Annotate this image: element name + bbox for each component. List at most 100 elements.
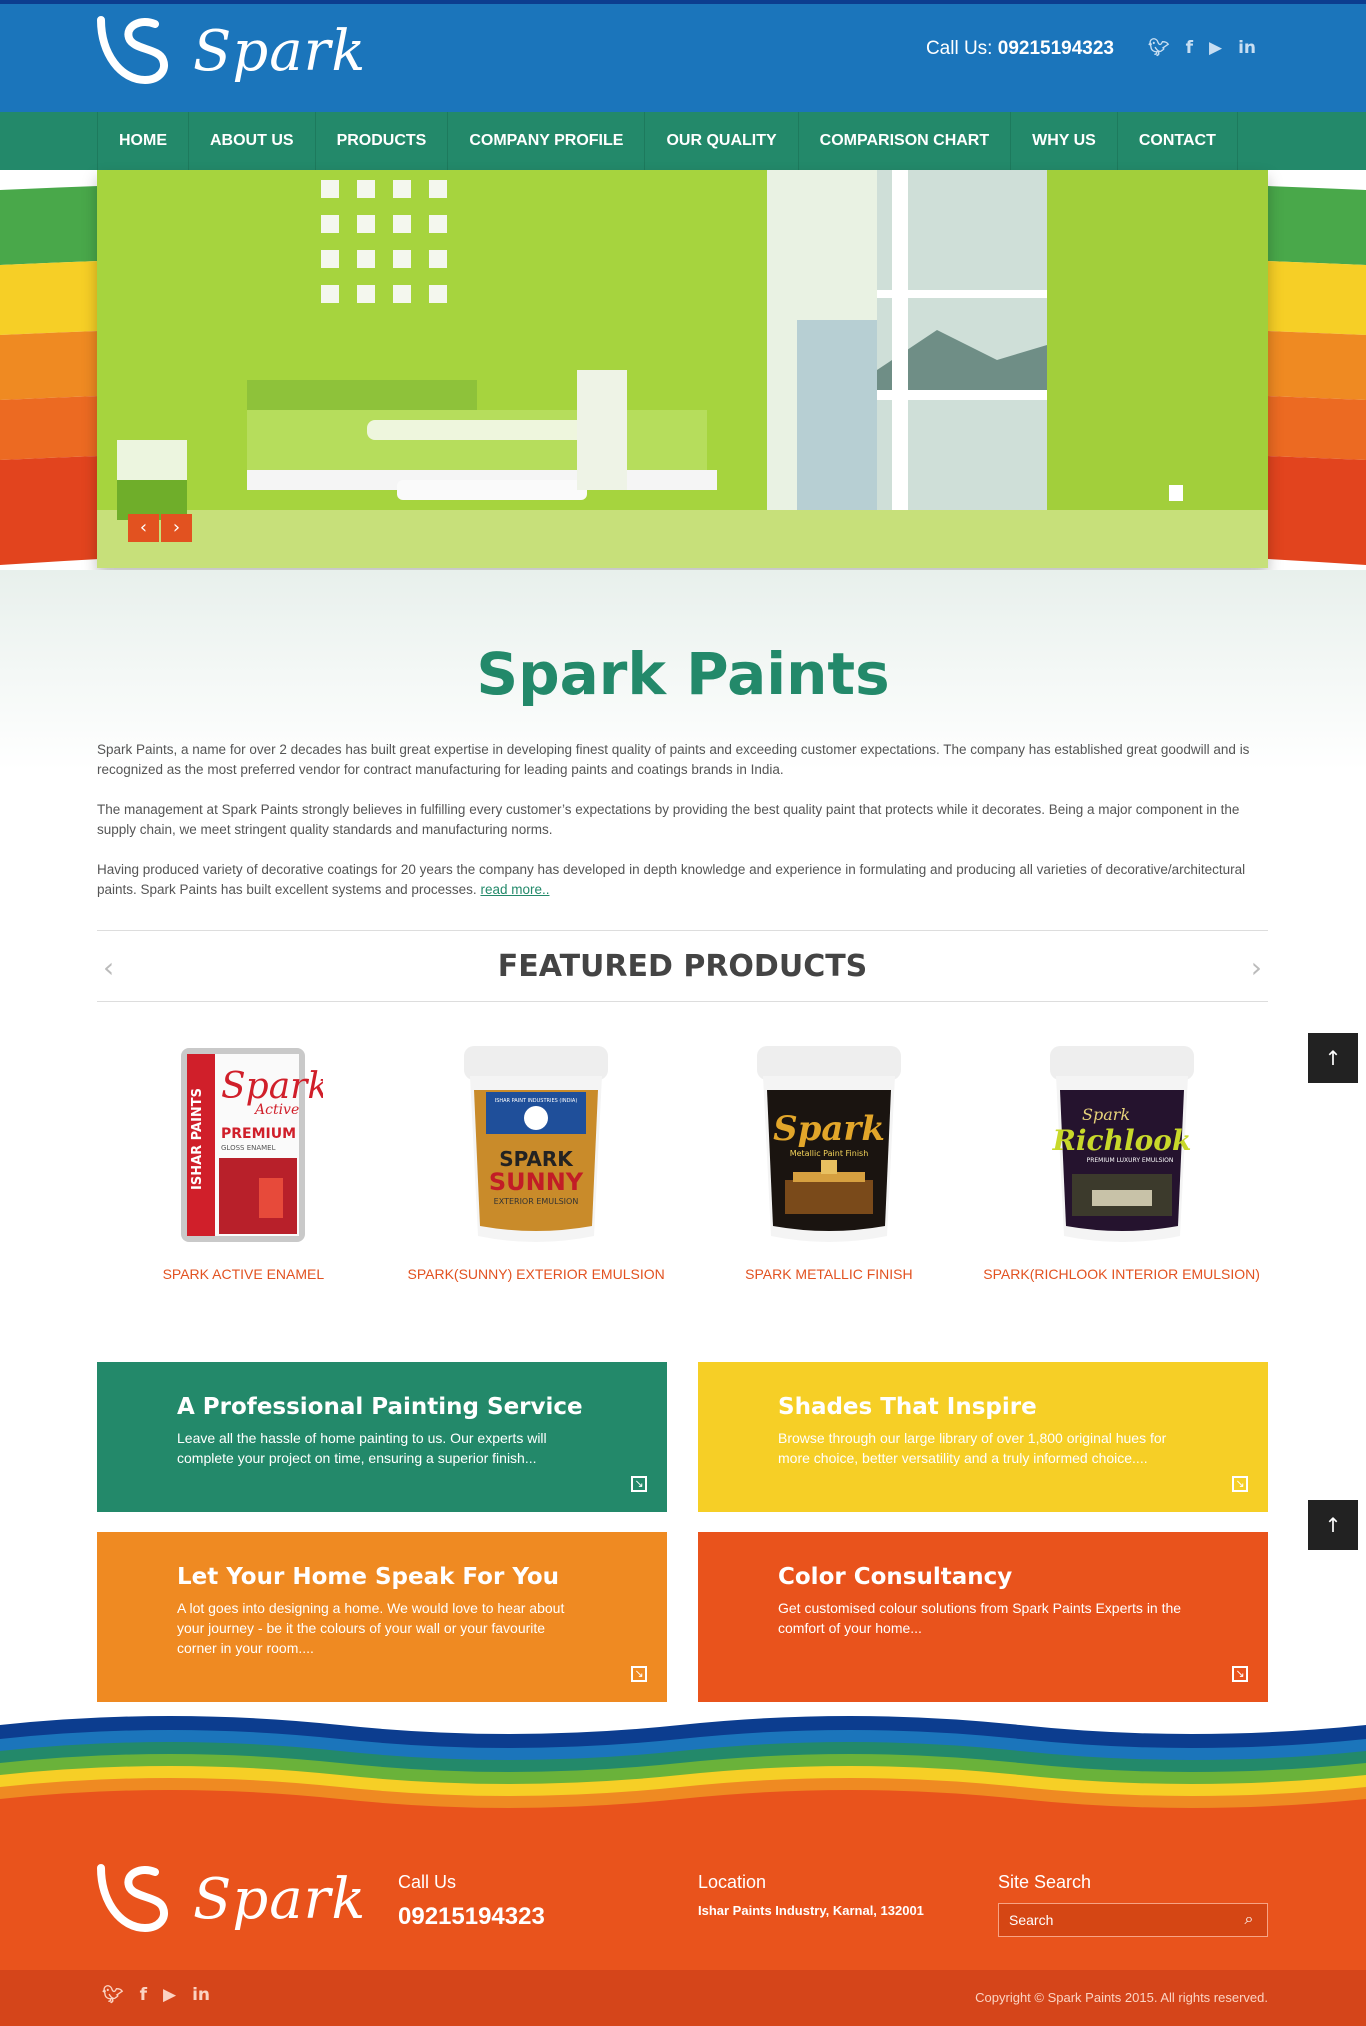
service-box-consultancy[interactable]: Color Consultancy Get customised colour …: [698, 1532, 1268, 1702]
service-box-painting[interactable]: A Professional Painting Service Leave al…: [97, 1362, 667, 1512]
facebook-icon[interactable]: f: [140, 1985, 147, 2005]
expand-arrow-icon[interactable]: ↘: [1232, 1666, 1248, 1682]
product-image[interactable]: ISHAR PAINT INDUSTRIES (INDIA) SPARK SUN…: [456, 1040, 616, 1250]
product-line2: ISHAR PAINT INDUSTRIES (INDIA): [495, 1098, 578, 1104]
nav-products[interactable]: PRODUCTS: [316, 112, 449, 170]
header-social-links: 🐦︎ f ▶ in: [1148, 38, 1256, 58]
product-brand: Spark: [1082, 1105, 1130, 1124]
footer-search-heading: Site Search: [998, 1872, 1092, 1892]
rainbow-wave: [0, 1715, 1366, 1815]
spark-logo-mark-icon: [97, 1864, 168, 1933]
intro-paragraph: The management at Spark Paints strongly …: [97, 802, 1240, 837]
product-sub: SUNNY: [489, 1168, 584, 1196]
product-line1: PREMIUM LUXURY EMULSION: [1086, 1157, 1173, 1164]
slider-controls: ‹ ›: [128, 514, 192, 542]
product-image[interactable]: ISHAR PAINTS Spark Active PREMIUM GLOSS …: [163, 1040, 330, 1250]
box-title: Let Your Home Speak For You: [177, 1564, 560, 1590]
back-to-top-button[interactable]: ↑: [1308, 1033, 1358, 1083]
featured-title: FEATURED PRODUCTS: [497, 949, 868, 984]
header-phone[interactable]: 09215194323: [998, 38, 1114, 59]
intro-paragraph: Spark Paints, a name for over 2 decades …: [97, 742, 1250, 777]
main-nav: HOME ABOUT US PRODUCTS COMPANY PROFILE O…: [97, 112, 1238, 170]
hero-bedroom-image: [97, 170, 1268, 568]
box-text: Browse through our large library of over…: [778, 1430, 1167, 1466]
copyright: Copyright © Spark Paints 2015. All right…: [975, 1990, 1268, 2005]
intro-text: Spark Paints, a name for over 2 decades …: [97, 740, 1268, 920]
facebook-icon[interactable]: f: [1186, 38, 1193, 58]
nav-why-us[interactable]: WHY US: [1011, 112, 1118, 170]
featured-header: ‹ FEATURED PRODUCTS ›: [97, 930, 1268, 1002]
footer-call: Call Us 09215194323: [398, 1872, 545, 1931]
intro-paragraph: Having produced variety of decorative co…: [97, 860, 1268, 900]
box-title: A Professional Painting Service: [177, 1394, 583, 1420]
product-image[interactable]: Spark Metallic Paint Finish: [749, 1040, 909, 1250]
product-card[interactable]: ISHAR PAINTS Spark Active PREMIUM GLOSS …: [97, 1040, 390, 1282]
search-icon[interactable]: ⌕: [1231, 1904, 1267, 1936]
box-text: A lot goes into designing a home. We wou…: [177, 1600, 565, 1656]
linkedin-icon[interactable]: in: [1238, 38, 1256, 58]
footer-location: Location Ishar Paints Industry, Karnal, …: [698, 1872, 924, 1918]
product-line2: GLOSS ENAMEL: [221, 1144, 276, 1152]
product-sub: Metallic Paint Finish: [790, 1149, 869, 1158]
box-title: Shades That Inspire: [778, 1394, 1037, 1420]
nav-about-us[interactable]: ABOUT US: [189, 112, 316, 170]
product-name[interactable]: SPARK(RICHLOOK INTERIOR EMULSION): [975, 1266, 1268, 1282]
nav-our-quality[interactable]: OUR QUALITY: [645, 112, 799, 170]
product-card[interactable]: Spark Metallic Paint Finish SPARK METALL…: [683, 1040, 976, 1282]
linkedin-icon[interactable]: in: [192, 1985, 210, 2005]
site-logo[interactable]: Spark: [97, 14, 366, 88]
product-side-text: ISHAR PAINTS: [190, 1088, 205, 1190]
product-name[interactable]: SPARK ACTIVE ENAMEL: [97, 1266, 390, 1282]
product-line1: PREMIUM: [221, 1126, 296, 1142]
service-box-shades[interactable]: Shades That Inspire Browse through our l…: [698, 1362, 1268, 1512]
header-call: Call Us: 09215194323: [926, 38, 1114, 60]
spark-logo-mark-icon: [97, 16, 168, 85]
box-text: Leave all the hassle of home painting to…: [177, 1430, 547, 1466]
product-card[interactable]: Spark Richlook PREMIUM LUXURY EMULSION S…: [975, 1040, 1268, 1282]
expand-arrow-icon[interactable]: ↘: [631, 1476, 647, 1492]
product-line1: EXTERIOR EMULSION: [494, 1197, 579, 1206]
slider-next-button[interactable]: ›: [161, 514, 192, 542]
product-sub: Richlook: [1051, 1124, 1191, 1157]
product-name[interactable]: SPARK(SUNNY) EXTERIOR EMULSION: [390, 1266, 683, 1282]
footer-call-heading: Call Us: [398, 1872, 457, 1892]
twitter-icon[interactable]: 🐦︎: [1148, 38, 1170, 58]
footer-brand-name: Spark: [193, 1866, 367, 1932]
expand-arrow-icon[interactable]: ↘: [1232, 1476, 1248, 1492]
youtube-icon[interactable]: ▶: [1209, 38, 1222, 58]
search-input[interactable]: [999, 1904, 1231, 1936]
box-title: Color Consultancy: [778, 1564, 1013, 1590]
read-more-link[interactable]: read more..: [480, 882, 549, 897]
product-image[interactable]: Spark Richlook PREMIUM LUXURY EMULSION: [1042, 1040, 1202, 1250]
featured-next-button[interactable]: ›: [1251, 951, 1262, 984]
product-card[interactable]: ISHAR PAINT INDUSTRIES (INDIA) SPARK SUN…: [390, 1040, 683, 1282]
site-search: ⌕: [998, 1903, 1268, 1937]
nav-contact[interactable]: CONTACT: [1118, 112, 1238, 170]
footer-location-text: Ishar Paints Industry, Karnal, 132001: [698, 1903, 924, 1918]
product-sub: Active: [253, 1102, 299, 1118]
footer-phone[interactable]: 09215194323: [398, 1903, 545, 1931]
call-label: Call Us:: [925, 38, 993, 59]
footer-logo[interactable]: Spark: [97, 1862, 366, 1936]
page-title: Spark Paints: [476, 640, 890, 708]
twitter-icon[interactable]: 🐦︎: [102, 1985, 124, 2005]
back-to-top-button[interactable]: ↑: [1308, 1500, 1358, 1550]
nav-company-profile[interactable]: COMPANY PROFILE: [448, 112, 646, 170]
product-carousel: ISHAR PAINTS Spark Active PREMIUM GLOSS …: [97, 1040, 1268, 1282]
hero-slider: [97, 170, 1268, 568]
footer-search: Site Search ⌕: [998, 1872, 1268, 1937]
footer-social-links: 🐦︎ f ▶ in: [102, 1985, 210, 2005]
nav-home[interactable]: HOME: [98, 112, 189, 170]
box-text: Get customised colour solutions from Spa…: [778, 1600, 1182, 1636]
footer-location-heading: Location: [698, 1872, 767, 1892]
youtube-icon[interactable]: ▶: [163, 1985, 176, 2005]
service-box-home[interactable]: Let Your Home Speak For You A lot goes i…: [97, 1532, 667, 1702]
brand-name: Spark: [193, 18, 367, 84]
expand-arrow-icon[interactable]: ↘: [631, 1666, 647, 1682]
product-brand: Spark: [221, 1066, 323, 1107]
intro-paragraph-text: Having produced variety of decorative co…: [97, 862, 1246, 897]
product-brand: Spark: [773, 1109, 885, 1149]
nav-comparison-chart[interactable]: COMPARISON CHART: [799, 112, 1012, 170]
slider-prev-button[interactable]: ‹: [128, 514, 159, 542]
product-name[interactable]: SPARK METALLIC FINISH: [683, 1266, 976, 1282]
